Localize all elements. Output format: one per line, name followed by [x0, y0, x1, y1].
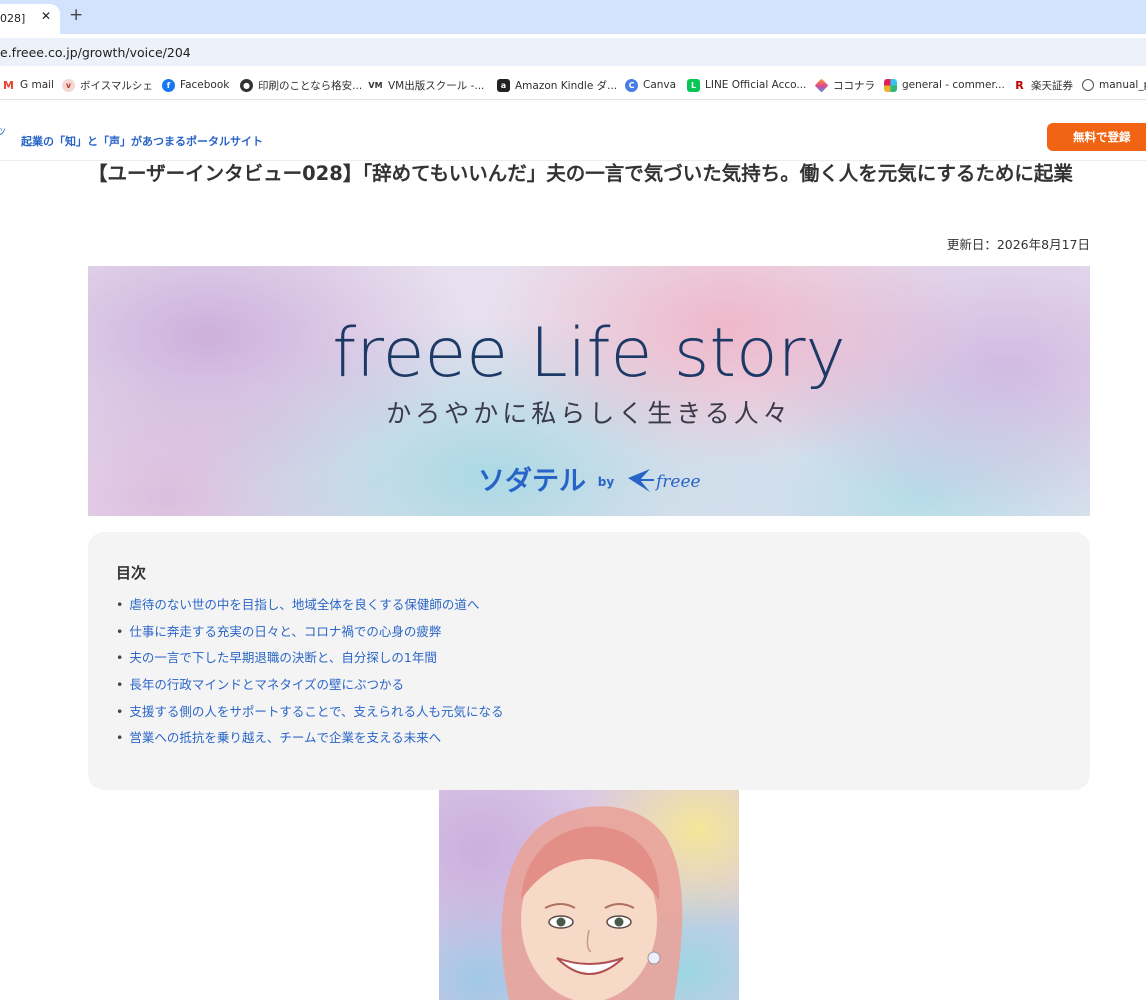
toc-list: • 虐待のない世の中を目指し、地域全体を良くする保健師の道へ • 仕事に奔走する充実…	[116, 594, 504, 754]
article-banner: freee Life story かろやかに私らしく生きる人々 ソダテル by …	[88, 266, 1090, 516]
bookmark-label: 楽天証券	[1031, 79, 1073, 92]
portrait-illustration	[501, 806, 683, 1000]
bookmark-vm-school[interactable]: VM VM出版スクール -...	[368, 77, 484, 93]
slack-icon	[884, 78, 897, 92]
bookmarks-bar: M G mail v ボイスマルシェ f Facebook ● 印刷のことなら格…	[0, 70, 1146, 100]
toc-item[interactable]: • 仕事に奔走する充実の日々と、コロナ禍での心身の疲弊	[116, 621, 504, 648]
toc-item[interactable]: • 長年の行政マインドとマネタイズの壁にぶつかる	[116, 674, 504, 701]
gmail-icon: M	[3, 78, 14, 92]
toc-link[interactable]: 夫の一言で下した早期退職の決断と、自分探しの1年間	[129, 650, 436, 665]
url-text[interactable]: e.freee.co.jp/growth/voice/204	[0, 45, 191, 60]
bookmark-label: LINE Official Acco...	[705, 79, 807, 91]
toc-heading: 目次	[116, 564, 147, 582]
banner-partner: freee	[654, 472, 701, 492]
bookmark-gmail[interactable]: M G mail	[2, 77, 54, 93]
bookmark-rakuten[interactable]: R 楽天証券	[1013, 77, 1073, 93]
banner-headline: freee Life story	[332, 314, 846, 393]
interviewee-portrait	[439, 790, 739, 1000]
banner-by: by	[598, 475, 615, 489]
bullet-icon: •	[116, 623, 124, 639]
article-title: 【ユーザーインタビュー028】「辞めてもいいんだ」夫の一言で気づいた気持ち。働く…	[88, 162, 1073, 185]
line-icon: L	[687, 78, 700, 92]
bookmark-label: G mail	[20, 79, 54, 91]
bookmark-label: VM出版スクール -...	[388, 79, 485, 92]
coconala-icon	[814, 78, 829, 92]
vm-icon: VM	[368, 80, 383, 90]
facebook-icon: f	[162, 78, 175, 92]
print-icon: ●	[240, 78, 253, 92]
bookmark-label: general - commer...	[902, 79, 1005, 91]
tab-close-icon[interactable]: ✕	[41, 9, 51, 23]
bookmark-label: Amazon Kindle ダ...	[515, 79, 618, 92]
bookmark-coconala[interactable]: ココナラ	[814, 77, 875, 93]
bookmark-voice-marche[interactable]: v ボイスマルシェ	[62, 77, 153, 93]
bullet-icon: •	[116, 730, 124, 746]
toc-link[interactable]: 営業への抵抗を乗り越え、チームで企業を支える未来へ	[129, 730, 441, 745]
toc-item[interactable]: • 虐待のない世の中を目指し、地域全体を良くする保健師の道へ	[116, 594, 504, 621]
globe-icon	[1082, 79, 1094, 91]
table-of-contents: 目次 • 虐待のない世の中を目指し、地域全体を良くする保健師の道へ • 仕事に奔走す…	[88, 532, 1090, 790]
bookmark-label: ココナラ	[833, 79, 875, 92]
site-logo-icon[interactable]: ツ	[0, 125, 6, 138]
bookmark-kindle[interactable]: a Amazon Kindle ダ...	[497, 77, 617, 93]
bookmark-facebook[interactable]: f Facebook	[162, 77, 229, 93]
tab-title: 028]	[0, 12, 26, 25]
updated-date: 更新日：2026年8月17日	[946, 237, 1090, 252]
toc-item[interactable]: • 夫の一言で下した早期退職の決断と、自分探しの1年間	[116, 647, 504, 674]
toc-link[interactable]: 虐待のない世の中を目指し、地域全体を良くする保健師の道へ	[129, 597, 479, 612]
site-header: ツ 起業の「知」と「声」があつまるポータルサイト 無料で登録	[0, 101, 1146, 161]
bookmark-print[interactable]: ● 印刷のことなら格安...	[240, 77, 362, 93]
bookmark-manual[interactable]: manual_p	[1082, 77, 1146, 93]
bullet-icon: •	[116, 703, 124, 719]
banner-subline: かろやかに私らしく生きる人々	[386, 399, 792, 428]
bookmark-line[interactable]: L LINE Official Acco...	[687, 77, 806, 93]
bookmark-label: Facebook	[180, 79, 230, 91]
browser-tabstrip: 028] ✕ +	[0, 0, 1146, 34]
bookmark-label: 印刷のことなら格安...	[258, 79, 363, 92]
signup-button[interactable]: 無料で登録	[1047, 123, 1146, 151]
toc-link[interactable]: 長年の行政マインドとマネタイズの壁にぶつかる	[129, 677, 404, 692]
canva-icon: C	[625, 78, 638, 92]
new-tab-button[interactable]: +	[69, 5, 83, 25]
bookmark-slack[interactable]: general - commer...	[884, 77, 1005, 93]
banner-brand: ソダテル	[478, 465, 586, 497]
bullet-icon: •	[116, 650, 124, 666]
browser-tab[interactable]: 028] ✕	[0, 4, 60, 34]
bookmark-label: manual_p	[1099, 79, 1146, 91]
site-tagline: 起業の「知」と「声」があつまるポータルサイト	[21, 135, 263, 148]
toc-item[interactable]: • 支援する側の人をサポートすることで、支えられる人も元気になる	[116, 701, 504, 728]
toc-item[interactable]: • 営業への抵抗を乗り越え、チームで企業を支える未来へ	[116, 727, 504, 754]
voice-marche-icon: v	[62, 78, 75, 92]
freee-bird-icon	[628, 469, 654, 492]
toc-link[interactable]: 仕事に奔走する充実の日々と、コロナ禍での心身の疲弊	[129, 624, 441, 639]
rakuten-icon: R	[1015, 78, 1024, 92]
bookmark-label: Canva	[643, 79, 677, 91]
toc-link[interactable]: 支援する側の人をサポートすることで、支えられる人も元気になる	[129, 704, 503, 719]
bookmark-canva[interactable]: C Canva	[625, 77, 676, 93]
bookmark-label: ボイスマルシェ	[80, 79, 153, 92]
banner-graphic: freee Life story かろやかに私らしく生きる人々 ソダテル by …	[332, 314, 846, 497]
bullet-icon: •	[116, 677, 124, 693]
kindle-icon: a	[497, 78, 510, 92]
bullet-icon: •	[116, 597, 124, 612]
